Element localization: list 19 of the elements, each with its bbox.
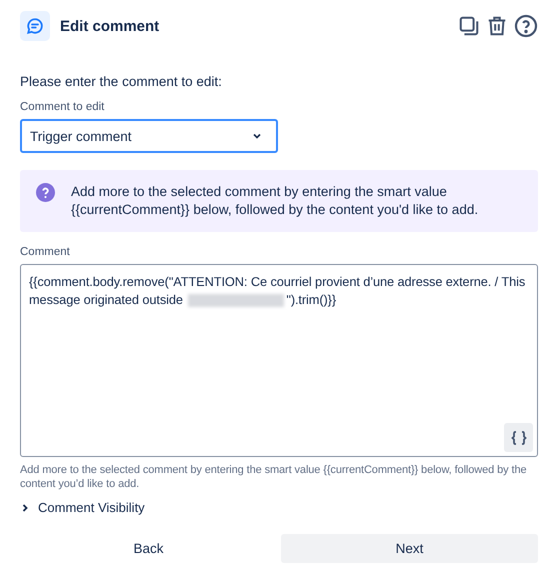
comment-select[interactable]: Trigger comment xyxy=(20,119,278,153)
braces-icon[interactable] xyxy=(504,423,533,452)
helper-text: Add more to the selected comment by entering the smart value {{currentComment}} below, followed by the content you’d like to add. xyxy=(20,463,528,491)
info-text: Add more to the selected comment by entering the smart value {{currentComment}} below, followed by the content you'd like to add. xyxy=(71,183,480,219)
instruction-text: Please enter the comment to edit: xyxy=(20,74,223,89)
chevron-down-icon xyxy=(252,131,262,141)
dialog-title: Edit comment xyxy=(60,18,160,34)
trash-icon[interactable] xyxy=(486,15,508,37)
help-icon xyxy=(36,183,55,202)
help-icon[interactable] xyxy=(514,14,538,38)
field-label: Comment xyxy=(20,246,71,258)
visibility-toggle[interactable]: Comment Visibility xyxy=(20,500,145,515)
copy-icon[interactable] xyxy=(458,15,480,37)
field-label: Comment to edit xyxy=(20,101,106,113)
back-button[interactable]: Back xyxy=(20,534,277,563)
comment-field[interactable]: {{comment.body.remove("ATTENTION: Ce courriel provient d’une adresse externe. / This message originated outside ").trim()}} xyxy=(20,264,538,457)
chevron-icon xyxy=(20,502,30,512)
comment-icon xyxy=(20,11,50,41)
next-button[interactable]: Next xyxy=(281,534,538,563)
